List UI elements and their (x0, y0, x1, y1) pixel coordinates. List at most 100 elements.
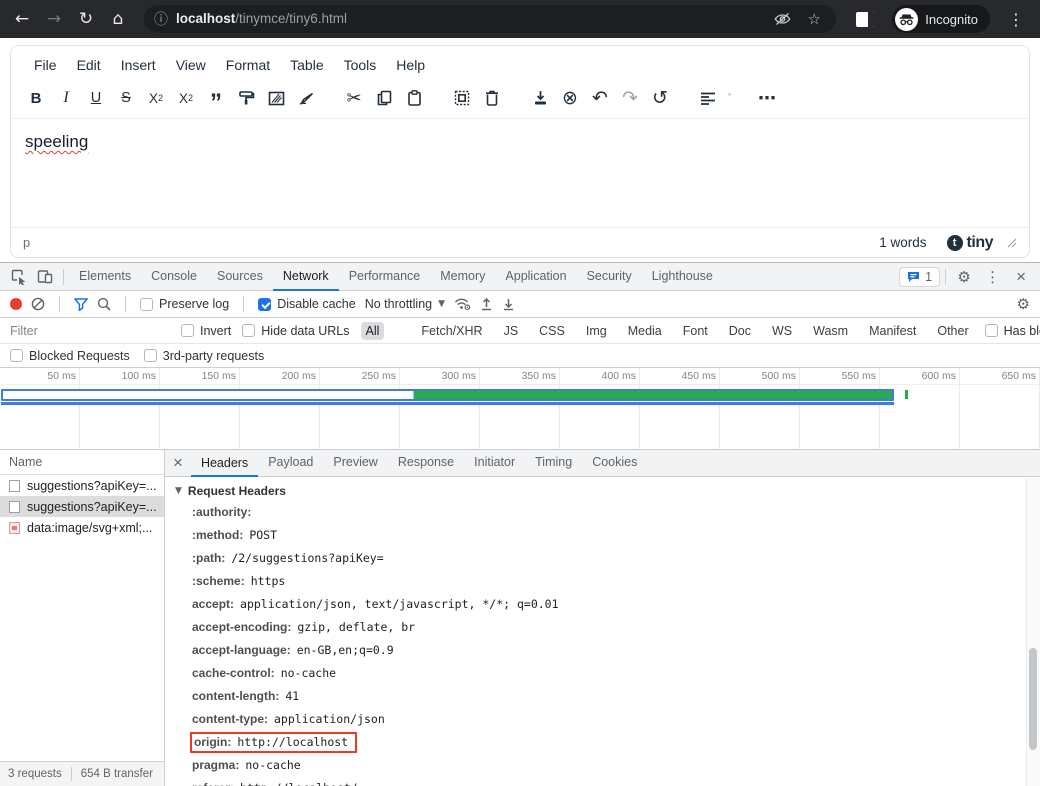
italic-icon[interactable]: I (53, 85, 79, 111)
preserve-log-checkbox[interactable]: Preserve log (140, 297, 229, 311)
disable-cache-checkbox[interactable]: Disable cache (258, 297, 356, 311)
name-column-header[interactable]: Name (0, 450, 164, 475)
browser-menu-icon[interactable]: ⋮ (1000, 10, 1032, 29)
bold-icon[interactable]: B (23, 85, 49, 111)
site-info-icon[interactable]: ⓘ (154, 9, 168, 29)
bookmark-star-icon[interactable]: ☆ (802, 10, 826, 28)
detail-tab-cookies[interactable]: Cookies (582, 449, 647, 477)
strikethrough-icon[interactable]: S (113, 85, 139, 111)
filter-type-font[interactable]: Font (678, 322, 713, 340)
delete-icon[interactable] (479, 85, 505, 111)
inspect-element-icon[interactable] (6, 266, 32, 288)
clear-icon[interactable] (31, 297, 45, 311)
url-bar[interactable]: ⓘ localhost/tinymce/tiny6.html ☆ (144, 5, 836, 33)
detail-tab-initiator[interactable]: Initiator (464, 449, 525, 477)
chevron-down-icon[interactable]: ˅ (727, 93, 732, 104)
tab-elements[interactable]: Elements (69, 263, 141, 291)
tab-network[interactable]: Network (273, 263, 339, 291)
invert-checkbox[interactable]: Invert (181, 324, 231, 338)
incognito-badge[interactable]: Incognito (892, 5, 990, 33)
resize-handle-icon[interactable] (1007, 238, 1017, 248)
menu-help[interactable]: Help (387, 54, 434, 76)
home-icon[interactable]: ⌂ (104, 5, 132, 33)
filter-type-all[interactable]: All (361, 322, 385, 340)
request-row-selected[interactable]: suggestions?apiKey=... (0, 496, 164, 517)
network-settings-gear-icon[interactable]: ⚙ (1017, 295, 1030, 313)
tab-application[interactable]: Application (495, 263, 576, 291)
back-icon[interactable]: ← (8, 5, 36, 33)
tab-performance[interactable]: Performance (339, 263, 431, 291)
filter-input[interactable] (10, 321, 170, 340)
paste-icon[interactable] (401, 85, 427, 111)
hide-data-urls-checkbox[interactable]: Hide data URLs (242, 324, 349, 338)
menu-insert[interactable]: Insert (112, 54, 165, 76)
permanent-pen-icon[interactable] (293, 85, 319, 111)
blockquote-icon[interactable]: ” (203, 85, 229, 111)
filter-type-wasm[interactable]: Wasm (808, 322, 853, 340)
misspelled-word[interactable]: speeling (25, 132, 88, 151)
copy-icon[interactable] (371, 85, 397, 111)
import-har-icon[interactable] (480, 297, 493, 311)
more-icon[interactable]: ⋯ (754, 85, 780, 111)
filter-type-media[interactable]: Media (623, 322, 667, 340)
word-count[interactable]: 1 words (879, 235, 926, 250)
filter-type-js[interactable]: JS (499, 322, 524, 340)
record-icon[interactable] (10, 298, 22, 310)
detail-tab-payload[interactable]: Payload (258, 449, 323, 477)
reload-icon[interactable]: ↻ (72, 5, 100, 33)
request-headers-section[interactable]: ▼ Request Headers (175, 484, 1040, 498)
redo-icon[interactable]: ↷ (617, 85, 643, 111)
export-icon[interactable] (527, 85, 553, 111)
filter-type-manifest[interactable]: Manifest (864, 322, 921, 340)
menu-edit[interactable]: Edit (68, 54, 110, 76)
menu-view[interactable]: View (167, 54, 215, 76)
devtools-menu-icon[interactable]: ⋮ (977, 268, 1008, 286)
tiny-brand[interactable]: t tiny (947, 234, 993, 252)
issues-badge[interactable]: 1 (899, 267, 940, 287)
forward-icon[interactable]: → (40, 5, 68, 33)
menu-tools[interactable]: Tools (335, 54, 386, 76)
menu-table[interactable]: Table (281, 54, 332, 76)
tab-console[interactable]: Console (141, 263, 207, 291)
menu-format[interactable]: Format (217, 54, 279, 76)
tab-sources[interactable]: Sources (207, 263, 273, 291)
scrollbar-track[interactable] (1026, 478, 1040, 786)
edit-image-icon[interactable] (263, 85, 289, 111)
close-detail-icon[interactable]: × (165, 453, 191, 473)
network-conditions-icon[interactable] (454, 297, 471, 311)
cut-icon[interactable]: ✂ (341, 85, 367, 111)
remove-icon[interactable]: ⊗ (557, 85, 583, 111)
tab-lighthouse[interactable]: Lighthouse (642, 263, 723, 291)
filter-type-css[interactable]: CSS (534, 322, 570, 340)
select-all-icon[interactable] (449, 85, 475, 111)
has-blocked-cookies-checkbox[interactable]: Has blocked cookies (985, 324, 1040, 338)
settings-gear-icon[interactable]: ⚙ (951, 266, 977, 288)
close-devtools-icon[interactable]: × (1008, 267, 1034, 287)
throttling-select[interactable]: No throttling ▼ (365, 297, 445, 311)
tab-memory[interactable]: Memory (430, 263, 495, 291)
request-row[interactable]: suggestions?apiKey=... (0, 475, 164, 496)
side-panel-icon[interactable] (856, 12, 874, 27)
filter-type-fetch-xhr[interactable]: Fetch/XHR (416, 322, 487, 340)
blocked-requests-checkbox[interactable]: Blocked Requests (10, 349, 130, 363)
filter-type-ws[interactable]: WS (767, 322, 797, 340)
filter-funnel-icon[interactable] (74, 298, 88, 311)
underline-icon[interactable]: U (83, 85, 109, 111)
network-overview-timeline[interactable]: 50 ms 100 ms 150 ms 200 ms 250 ms 300 ms… (0, 368, 1040, 450)
filter-type-img[interactable]: Img (581, 322, 612, 340)
detail-tab-headers[interactable]: Headers (191, 450, 258, 477)
align-left-icon[interactable] (695, 85, 721, 111)
restore-draft-icon[interactable]: ↺ (647, 85, 673, 111)
third-party-checkbox[interactable]: 3rd-party requests (144, 349, 264, 363)
menu-file[interactable]: File (25, 54, 66, 76)
eye-blocked-icon[interactable] (770, 12, 794, 26)
detail-tab-response[interactable]: Response (388, 449, 464, 477)
filter-type-other[interactable]: Other (932, 322, 973, 340)
detail-tab-timing[interactable]: Timing (525, 449, 582, 477)
request-row[interactable]: data:image/svg+xml;... (0, 517, 164, 538)
format-painter-icon[interactable] (233, 85, 259, 111)
filter-type-doc[interactable]: Doc (724, 322, 756, 340)
element-path[interactable]: p (23, 235, 30, 250)
export-har-icon[interactable] (502, 297, 515, 311)
superscript-icon[interactable]: X2 (173, 85, 199, 111)
